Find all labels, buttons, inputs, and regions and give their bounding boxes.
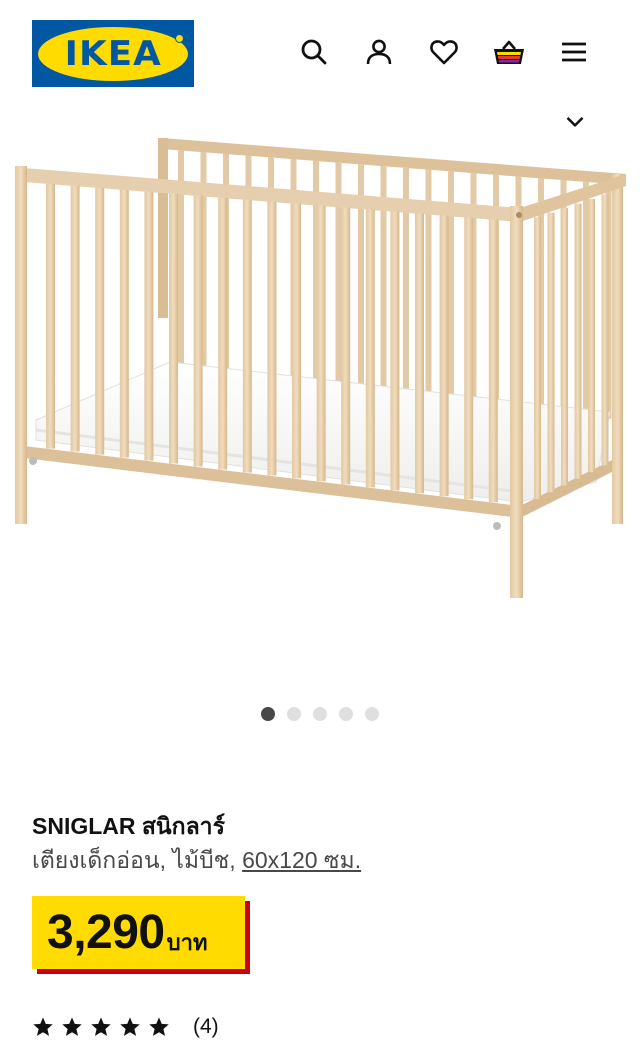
chevron-down-icon xyxy=(566,116,584,127)
logo-oval: IKEA xyxy=(38,26,188,81)
crib-slat xyxy=(588,198,595,472)
crib-slat xyxy=(242,199,252,473)
header: IKEA xyxy=(0,0,640,110)
star-icon xyxy=(91,1017,111,1036)
crib-slat xyxy=(316,205,326,482)
star-icon xyxy=(149,1017,169,1036)
gallery-dot[interactable] xyxy=(261,707,275,721)
star-icon xyxy=(62,1017,82,1036)
crib-slat xyxy=(292,203,301,479)
basket-icon xyxy=(494,40,524,64)
registered-mark xyxy=(175,34,184,43)
price-tag: 3,290 บาท xyxy=(32,896,250,974)
crib-image xyxy=(15,138,626,598)
crib-slat xyxy=(46,183,55,449)
price-currency: บาท xyxy=(166,930,208,955)
product-description: เตียงเด็กอ่อน, ไม้บีช, 60x120 ซม. xyxy=(32,844,608,876)
search-icon xyxy=(301,39,327,65)
product-info: SNIGLAR สนิกลาร์ เตียงเด็กอ่อน, ไม้บีช, … xyxy=(32,810,608,876)
heart-icon xyxy=(430,40,458,65)
gallery-dot[interactable] xyxy=(287,707,301,721)
crib-slat xyxy=(193,195,203,467)
ikea-logo[interactable]: IKEA xyxy=(32,20,194,87)
gallery-dot[interactable] xyxy=(313,707,327,721)
crib-slat xyxy=(144,191,154,461)
account-button[interactable] xyxy=(361,34,397,70)
gallery-dot[interactable] xyxy=(339,707,353,721)
crib-slat xyxy=(119,189,129,458)
star-icon xyxy=(33,1017,53,1036)
menu-icon xyxy=(562,42,586,62)
product-type: เตียงเด็กอ่อน, ไม้บีช, xyxy=(32,847,243,873)
logo-text: IKEA xyxy=(64,33,162,74)
crib-slat xyxy=(267,201,277,476)
crib-slat xyxy=(488,219,498,503)
price-amount: 3,290 xyxy=(47,906,165,959)
menu-button[interactable] xyxy=(556,34,592,70)
review-count: (4) xyxy=(193,1015,219,1038)
crib-slat xyxy=(547,212,555,493)
product-rating[interactable]: (4) xyxy=(32,1015,219,1039)
crib-slat xyxy=(390,211,400,491)
crib-slat xyxy=(365,209,375,488)
search-button[interactable] xyxy=(296,34,332,70)
basket-button[interactable] xyxy=(491,34,527,70)
crib-slat xyxy=(534,217,541,499)
gallery-dot[interactable] xyxy=(365,707,379,721)
crib-slat xyxy=(169,193,178,464)
account-icon xyxy=(366,39,392,65)
crib-slat xyxy=(70,185,80,452)
crib-slat xyxy=(218,197,228,470)
crib-slat xyxy=(464,217,474,500)
product-image-gallery[interactable] xyxy=(0,130,640,690)
price-box: 3,290 บาท xyxy=(32,896,245,969)
crib-slat xyxy=(574,203,582,479)
product-name: SNIGLAR สนิกลาร์ xyxy=(32,813,225,839)
size-link[interactable]: 60x120 ซม. xyxy=(242,847,361,873)
wishlist-button[interactable] xyxy=(426,34,462,70)
crib-slat xyxy=(415,213,424,494)
star-icon xyxy=(120,1017,140,1036)
gallery-pagination xyxy=(0,707,640,723)
crib-slat xyxy=(341,207,351,485)
crib-slat xyxy=(439,215,449,497)
crib-slat xyxy=(561,208,568,486)
crib-slat xyxy=(95,187,105,455)
crib-slat xyxy=(601,194,609,466)
